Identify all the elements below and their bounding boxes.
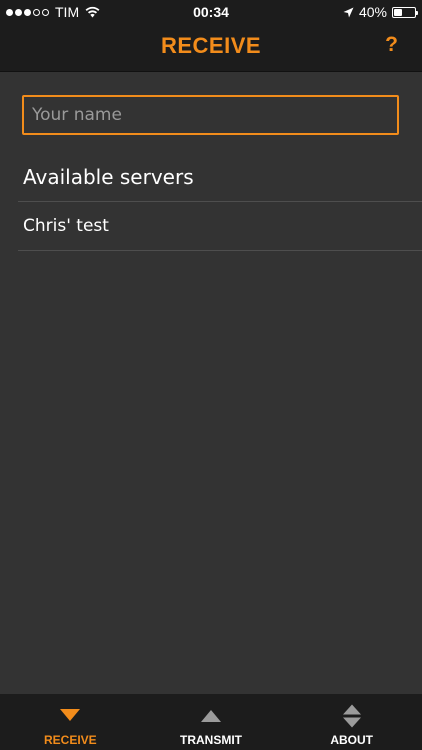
triangle-up-icon [201,710,221,722]
tab-label: RECEIVE [43,733,97,747]
tab-receive[interactable]: RECEIVE [0,694,141,750]
name-input[interactable] [22,95,399,135]
triangle-down-icon [60,709,81,721]
server-list-item[interactable]: Chris' test [18,203,422,249]
up-down-arrows-icon [342,704,361,728]
server-name: Chris' test [23,216,109,236]
location-arrow-icon [343,7,354,17]
tab-bar: RECEIVE TRANSMIT ABOUT [0,694,422,750]
tab-label: ABOUT [330,733,374,747]
status-bar: TIM 00:34 40% [0,0,422,24]
tab-about[interactable]: ABOUT [281,694,422,750]
battery-percent: 40% [358,4,387,20]
battery-tip [416,10,418,15]
battery-icon [392,6,418,18]
battery-fill [394,8,402,16]
divider [18,201,422,202]
tab-label: TRANSMIT [180,733,242,747]
divider [18,250,422,251]
page-title: RECEIVE [160,33,262,58]
tab-transmit[interactable]: TRANSMIT [141,694,282,750]
available-servers-heading: Available servers [23,165,194,189]
help-button[interactable]: ? [385,33,398,57]
status-right: 40% [343,4,418,20]
navigation-bar: RECEIVE ? [0,24,422,72]
